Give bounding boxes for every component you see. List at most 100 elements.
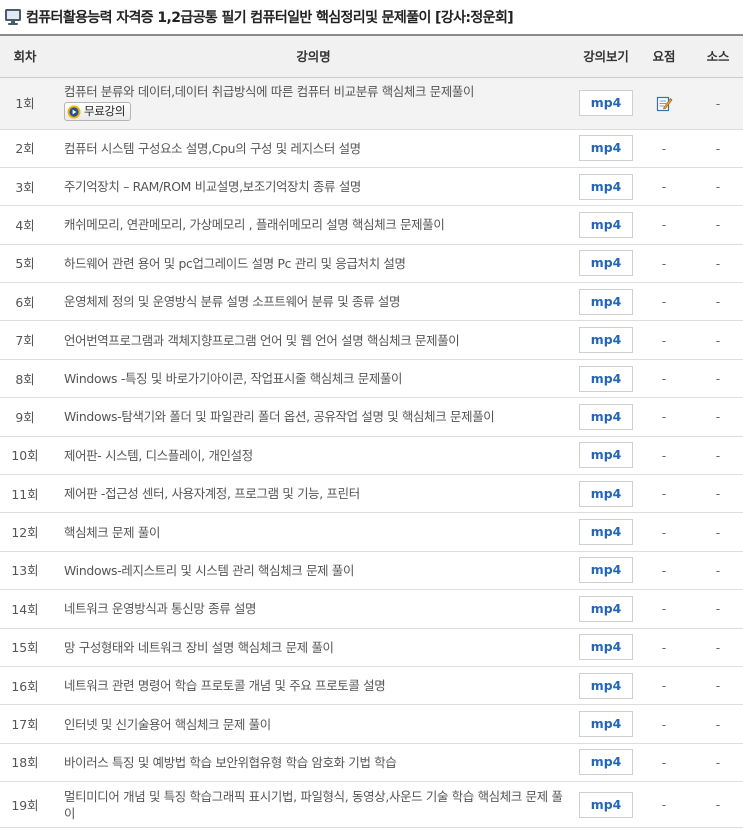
- lecture-summary-cell: -: [635, 129, 693, 168]
- mp4-button[interactable]: mp4: [579, 634, 633, 661]
- lecture-title: Windows-레지스트리 및 시스템 관리 핵심체크 문제 풀이: [64, 562, 355, 578]
- lecture-view-cell: mp4: [577, 628, 635, 667]
- lecture-view-cell: mp4: [577, 320, 635, 360]
- lecture-title-cell: 네트워크 관련 명령어 학습 프로토콜 개념 및 주요 프로토콜 설명: [50, 666, 577, 706]
- lecture-title-cell: 핵심체크 문제 풀이: [50, 512, 577, 552]
- lecture-number: 4회: [0, 205, 50, 245]
- mp4-button[interactable]: mp4: [579, 403, 633, 430]
- lecture-title-cell: 제어판- 시스템, 디스플레이, 개인설정: [50, 436, 577, 476]
- summary-empty: -: [661, 678, 667, 694]
- lecture-title-cell: 망 구성형태와 네트워크 장비 설명 핵심체크 문제 풀이: [50, 628, 577, 667]
- mp4-button[interactable]: mp4: [579, 250, 633, 277]
- lecture-source-cell: -: [693, 359, 743, 399]
- mp4-button[interactable]: mp4: [579, 288, 633, 315]
- mp4-button[interactable]: mp4: [579, 672, 633, 699]
- mp4-button[interactable]: mp4: [579, 327, 633, 354]
- source-empty: -: [715, 524, 721, 540]
- lecture-title: 캐쉬메모리, 연관메모리, 가상메모리 , 플래쉬메모리 설명 핵심체크 문제풀…: [64, 217, 445, 233]
- lecture-view-cell: mp4: [577, 397, 635, 437]
- source-empty: -: [715, 294, 721, 310]
- mp4-button[interactable]: mp4: [579, 595, 633, 622]
- lecture-summary-cell: -: [635, 282, 693, 322]
- mp4-button[interactable]: mp4: [579, 442, 633, 469]
- table-header-row: 회차 강의명 강의보기 요점 소스: [0, 34, 743, 78]
- lecture-view-cell: mp4: [577, 704, 635, 744]
- mp4-button[interactable]: mp4: [579, 557, 633, 584]
- mp4-button[interactable]: mp4: [579, 90, 633, 116]
- lecture-number: 5회: [0, 244, 50, 284]
- lecture-view-cell: mp4: [577, 205, 635, 245]
- table-row: 9회 Windows-탐색기와 폴더 및 파일관리 폴더 옵션, 공유작업 설명 …: [0, 397, 743, 437]
- lecture-title-cell: 멀티미디어 개념 및 특징 학습그래픽 표시기법, 파일형식, 동영상,사운드 …: [50, 781, 577, 829]
- lecture-source-cell: -: [693, 320, 743, 360]
- lecture-title: 바이러스 특징 및 예방법 학습 보안위협유형 학습 암호화 기법 학습: [64, 754, 397, 770]
- summary-empty: -: [661, 486, 667, 502]
- lecture-summary-cell: -: [635, 320, 693, 360]
- mp4-button[interactable]: mp4: [579, 173, 633, 200]
- lecture-number: 2회: [0, 129, 50, 168]
- lecture-number: 10회: [0, 436, 50, 476]
- memo-edit-icon[interactable]: [656, 95, 673, 112]
- mp4-button[interactable]: mp4: [579, 519, 633, 546]
- lecture-source-cell: -: [693, 244, 743, 284]
- lecture-source-cell: -: [693, 129, 743, 168]
- table-row: 11회 제어판 -접근성 센터, 사용자계정, 프로그램 및 기능, 프린터 mp4…: [0, 474, 743, 514]
- mp4-button[interactable]: mp4: [579, 365, 633, 392]
- lecture-title-cell: 바이러스 특징 및 예방법 학습 보안위협유형 학습 암호화 기법 학습: [50, 743, 577, 783]
- lecture-title-cell: 인터넷 및 신기술용어 핵심체크 문제 풀이: [50, 704, 577, 744]
- play-icon: [67, 105, 81, 119]
- lecture-source-cell: -: [693, 474, 743, 514]
- summary-empty: -: [661, 562, 667, 578]
- mp4-button[interactable]: mp4: [579, 711, 633, 738]
- mp4-button[interactable]: mp4: [579, 480, 633, 507]
- mp4-button[interactable]: mp4: [579, 749, 633, 776]
- lecture-number: 1회: [0, 77, 50, 130]
- source-empty: -: [715, 95, 721, 111]
- lecture-source-cell: -: [693, 167, 743, 207]
- lecture-number: 6회: [0, 282, 50, 322]
- lecture-source-cell: -: [693, 436, 743, 476]
- mp4-button[interactable]: mp4: [579, 211, 633, 238]
- source-empty: -: [715, 562, 721, 578]
- page-title-bar: 컴퓨터활용능력 자격증 1,2급공통 필기 컴퓨터일반 핵심정리및 문제풀이 […: [0, 0, 743, 34]
- lecture-title: 제어판 -접근성 센터, 사용자계정, 프로그램 및 기능, 프린터: [64, 486, 360, 502]
- lecture-summary-cell: -: [635, 704, 693, 744]
- summary-empty: -: [661, 217, 667, 233]
- lecture-source-cell: -: [693, 551, 743, 591]
- lecture-number: 18회: [0, 743, 50, 783]
- lecture-view-cell: mp4: [577, 512, 635, 552]
- lecture-title: 언어번역프로그램과 객체지향프로그램 언어 및 웹 언어 설명 핵심체크 문제풀…: [64, 332, 460, 348]
- lecture-source-cell: -: [693, 512, 743, 552]
- lecture-summary-cell: -: [635, 397, 693, 437]
- table-row: 8회 Windows -특징 및 바로가기아이콘, 작업표시줄 핵심체크 문제풀이…: [0, 359, 743, 399]
- lecture-title-cell: Windows-탐색기와 폴더 및 파일관리 폴더 옵션, 공유작업 설명 및 …: [50, 397, 577, 437]
- lecture-title: 네트워크 관련 명령어 학습 프로토콜 개념 및 주요 프로토콜 설명: [64, 678, 386, 694]
- summary-empty: -: [661, 255, 667, 271]
- lecture-title-cell: 제어판 -접근성 센터, 사용자계정, 프로그램 및 기능, 프린터: [50, 474, 577, 514]
- table-row: 1회 컴퓨터 분류와 데이터,데이터 취급방식에 따른 컴퓨터 비교분류 핵심체크…: [0, 77, 743, 130]
- lecture-source-cell: -: [693, 704, 743, 744]
- header-source: 소스: [693, 34, 743, 78]
- mp4-button[interactable]: mp4: [579, 135, 633, 162]
- source-empty: -: [715, 447, 721, 463]
- lecture-number: 3회: [0, 167, 50, 207]
- lecture-title-cell: 컴퓨터 시스템 구성요소 설명,Cpu의 구성 및 레지스터 설명: [50, 129, 577, 168]
- source-empty: -: [715, 409, 721, 425]
- lecture-number: 9회: [0, 397, 50, 437]
- lecture-summary-cell: -: [635, 666, 693, 706]
- lecture-title-cell: 언어번역프로그램과 객체지향프로그램 언어 및 웹 언어 설명 핵심체크 문제풀…: [50, 320, 577, 360]
- lecture-number: 16회: [0, 666, 50, 706]
- lecture-title: 주기억장치 – RAM/ROM 비교설명,보조기억장치 종류 설명: [64, 179, 362, 195]
- table-row: 5회 하드웨어 관련 용어 및 pc업그레이드 설명 Pc 관리 및 응급처치 설…: [0, 244, 743, 284]
- lecture-view-cell: mp4: [577, 589, 635, 629]
- mp4-button[interactable]: mp4: [579, 791, 633, 818]
- lecture-title-cell: 네트워크 운영방식과 통신망 종류 설명: [50, 589, 577, 629]
- lecture-number: 14회: [0, 589, 50, 629]
- free-lecture-button[interactable]: 무료강의: [64, 102, 132, 122]
- page-title: 컴퓨터활용능력 자격증 1,2급공통 필기 컴퓨터일반 핵심정리및 문제풀이 […: [26, 10, 514, 26]
- lecture-summary-cell: -: [635, 743, 693, 783]
- source-empty: -: [715, 217, 721, 233]
- lecture-summary-cell: -: [635, 436, 693, 476]
- source-empty: -: [715, 754, 721, 770]
- lecture-title-cell: 주기억장치 – RAM/ROM 비교설명,보조기억장치 종류 설명: [50, 167, 577, 207]
